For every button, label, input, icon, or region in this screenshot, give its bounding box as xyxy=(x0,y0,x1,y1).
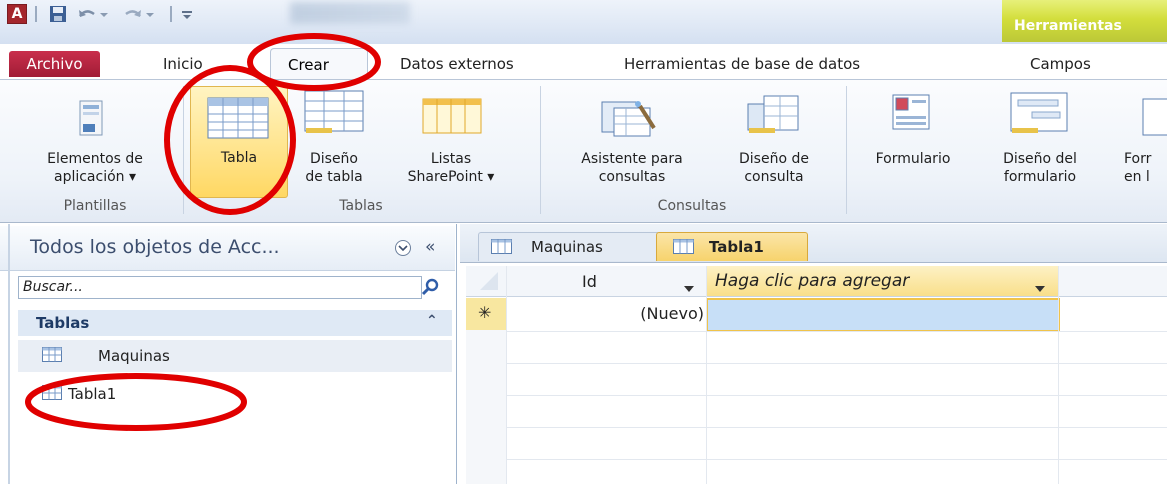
annotation-circle-tabla1 xyxy=(25,373,247,431)
annotation-overlay xyxy=(25,33,381,431)
annotation-circle-tabla xyxy=(164,65,296,215)
